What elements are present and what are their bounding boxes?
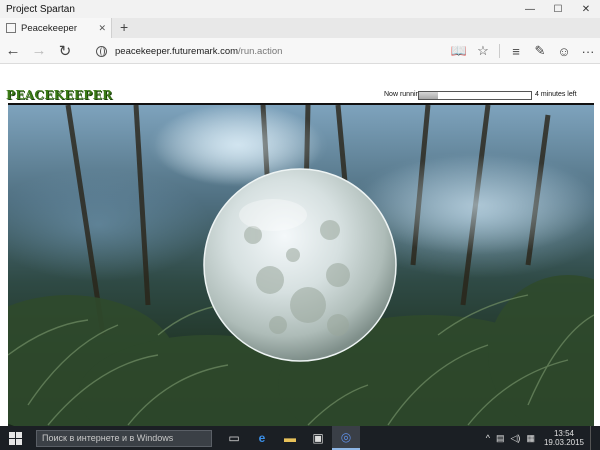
taskbar-search-input[interactable]: Поиск в интернете и в Windows bbox=[36, 429, 212, 447]
jungle-sphere-render bbox=[8, 105, 594, 426]
refresh-button[interactable]: ↻ bbox=[52, 38, 78, 64]
address-bar[interactable]: peacekeeper.futuremark.com/run.action bbox=[96, 38, 282, 64]
new-tab-button[interactable]: + bbox=[120, 19, 128, 35]
page-header: PEACEKEEPER Now running 4 minutes left bbox=[0, 65, 600, 103]
hub-icon[interactable]: ≡ bbox=[504, 38, 528, 64]
time-left-label: 4 minutes left bbox=[535, 91, 577, 98]
tab-close-icon[interactable]: ✕ bbox=[98, 23, 111, 34]
windows-taskbar: Поиск в интернете и в Windows ▭ e ▬ ▣ ◎ … bbox=[0, 426, 600, 450]
network-icon[interactable]: ▤ bbox=[493, 433, 508, 444]
system-tray: ^ ▤ ◁) ▦ 13:54 19.03.2015 bbox=[483, 426, 600, 450]
task-view-icon[interactable]: ▭ bbox=[220, 426, 248, 450]
internet-explorer-icon[interactable]: e bbox=[248, 426, 276, 450]
keyboard-language-icon[interactable]: ▦ bbox=[523, 433, 538, 444]
reading-view-icon[interactable]: 📖 bbox=[447, 38, 471, 64]
clock-time: 13:54 bbox=[553, 429, 574, 438]
show-desktop-button[interactable] bbox=[590, 426, 600, 450]
tab-peacekeeper[interactable]: Peacekeeper ✕ bbox=[0, 18, 112, 38]
benchmark-scene bbox=[8, 103, 594, 426]
tray-overflow-icon[interactable]: ^ bbox=[483, 433, 493, 443]
windows-logo-icon bbox=[8, 431, 22, 445]
maximize-button[interactable]: ☐ bbox=[544, 0, 572, 18]
close-button[interactable]: ✕ bbox=[572, 0, 600, 18]
peacekeeper-logo: PEACEKEEPER bbox=[6, 88, 113, 102]
file-explorer-icon[interactable]: ▬ bbox=[276, 426, 304, 450]
navigation-bar: ← → ↻ peacekeeper.futuremark.com/run.act… bbox=[0, 38, 600, 64]
back-button[interactable]: ← bbox=[0, 38, 26, 64]
volume-icon[interactable]: ◁) bbox=[508, 433, 524, 444]
feedback-smiley-icon[interactable]: ☺ bbox=[552, 38, 576, 64]
store-icon[interactable]: ▣ bbox=[304, 426, 332, 450]
start-button[interactable] bbox=[0, 426, 30, 450]
more-icon[interactable]: ··· bbox=[576, 38, 600, 64]
window-titlebar: Project Spartan — ☐ ✕ bbox=[0, 0, 600, 18]
page-icon bbox=[6, 23, 16, 33]
address-path: /run.action bbox=[238, 45, 283, 57]
window-title: Project Spartan bbox=[6, 3, 75, 15]
clock-date: 19.03.2015 bbox=[543, 438, 584, 447]
web-note-icon[interactable]: ✎ bbox=[528, 38, 552, 64]
tab-label: Peacekeeper bbox=[21, 22, 77, 34]
progress-fill bbox=[419, 92, 439, 99]
tab-strip: Peacekeeper ✕ + bbox=[0, 18, 600, 38]
toolbar-right: 📖 ☆ ≡ ✎ ☺ ··· bbox=[447, 38, 600, 64]
clock[interactable]: 13:54 19.03.2015 bbox=[538, 429, 590, 447]
spartan-browser-icon[interactable]: ◎ bbox=[332, 426, 360, 450]
benchmark-progress-bar bbox=[418, 91, 532, 100]
toolbar-divider bbox=[499, 44, 500, 58]
favorite-star-icon[interactable]: ☆ bbox=[471, 38, 495, 64]
forward-button[interactable]: → bbox=[26, 38, 52, 64]
globe-icon bbox=[96, 45, 107, 57]
address-host: peacekeeper.futuremark.com bbox=[115, 45, 239, 57]
minimize-button[interactable]: — bbox=[516, 0, 544, 18]
